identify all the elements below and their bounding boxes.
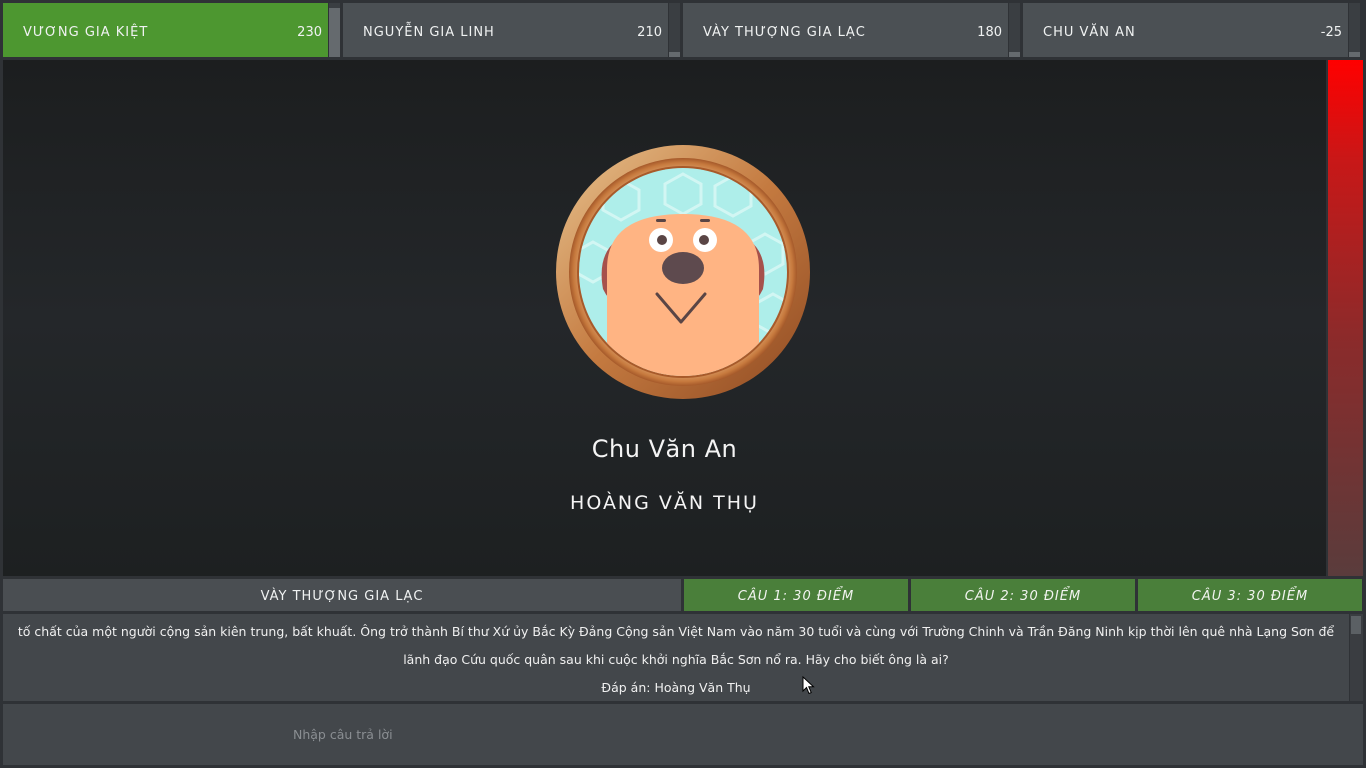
tab-question-3[interactable]: CÂU 3: 30 ĐIỂM <box>1138 579 1362 611</box>
timer-fill <box>1328 60 1363 576</box>
gauge-fill <box>669 51 680 57</box>
mouse-pointer-icon <box>802 676 815 695</box>
gauge-fill <box>1009 51 1020 57</box>
question-bar: VÀY THƯỢNG GIA LẠC CÂU 1: 30 ĐIỂM CÂU 2:… <box>0 579 1366 611</box>
player-gauge-2 <box>669 3 680 57</box>
player-name: NGUYỄN GIA LINH <box>363 25 495 40</box>
question-text: tố chất của một người cộng sản kiên trun… <box>17 624 1335 667</box>
player-name: VƯƠNG GIA KIỆT <box>23 25 149 40</box>
player-score: 230 <box>297 25 322 40</box>
revealed-answer-title: HOÀNG VĂN THỤ <box>570 492 759 514</box>
presenter-name: Chu Văn An <box>591 435 738 463</box>
player-score: -25 <box>1320 25 1342 40</box>
player-gauge-4 <box>1349 3 1360 57</box>
player-card-1: VƯƠNG GIA KIỆT 230 <box>3 3 328 57</box>
player-card-2: NGUYỄN GIA LINH 210 <box>343 3 668 57</box>
gauge-fill <box>329 8 340 57</box>
answer-input[interactable] <box>3 704 1363 765</box>
timer-bar <box>1328 60 1363 576</box>
presenter-stage: Chu Văn An HOÀNG VĂN THỤ <box>3 60 1326 576</box>
scrollbar-thumb[interactable] <box>1351 616 1361 634</box>
dog-avatar-icon <box>556 145 810 399</box>
player-card-4: CHU VĂN AN -25 <box>1023 3 1348 57</box>
player-gauge-3 <box>1009 3 1020 57</box>
player-name: CHU VĂN AN <box>1043 25 1136 40</box>
question-panel[interactable]: tố chất của một người cộng sản kiên trun… <box>3 614 1349 701</box>
player-card-3: VÀY THƯỢNG GIA LẠC 180 <box>683 3 1008 57</box>
current-player-label: VÀY THƯỢNG GIA LẠC <box>3 579 681 611</box>
player-name: VÀY THƯỢNG GIA LẠC <box>703 25 866 40</box>
player-gauge-1 <box>329 3 340 57</box>
gauge-fill <box>1349 51 1360 57</box>
player-score: 180 <box>977 25 1002 40</box>
answer-text: Đáp án: Hoàng Văn Thụ <box>601 680 751 695</box>
question-scrollbar[interactable] <box>1350 614 1363 701</box>
player-score: 210 <box>637 25 662 40</box>
scoreboard: VƯƠNG GIA KIỆT 230 NGUYỄN GIA LINH 210 V… <box>0 0 1366 60</box>
tab-question-2[interactable]: CÂU 2: 30 ĐIỂM <box>911 579 1135 611</box>
tab-question-1[interactable]: CÂU 1: 30 ĐIỂM <box>684 579 908 611</box>
